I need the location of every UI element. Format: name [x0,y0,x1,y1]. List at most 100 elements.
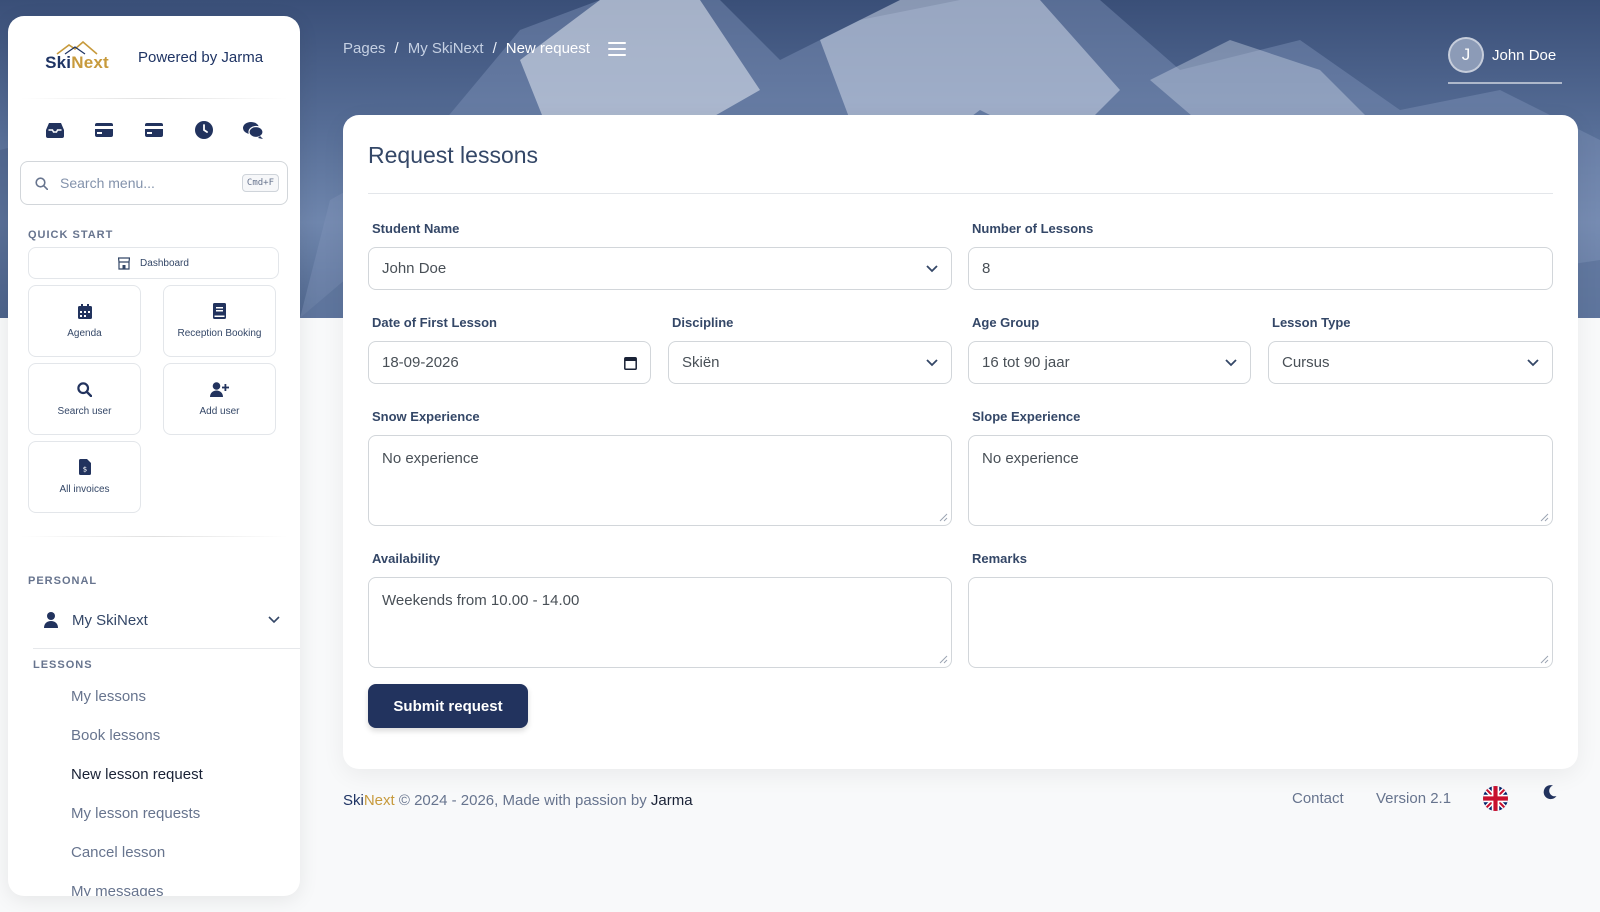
age-group-label: Age Group [972,315,1040,330]
number-of-lessons-label: Number of Lessons [972,221,1094,236]
credit-card-icon[interactable] [143,119,165,141]
sidebar-item-new-lesson-request[interactable]: New lesson request [8,755,300,794]
chevron-down-icon [926,358,938,366]
sidebar-item-label: My SkiNext [72,611,148,629]
sidebar: SkiNext Powered by Jarma Cmd+F QUICK STA… [8,16,300,896]
clock-icon[interactable] [193,119,215,141]
date-first-lesson-value: 18-09-2026 [382,354,459,371]
footer-copyright: SkiNext © 2024 - 2026, Made with passion… [343,792,693,809]
remarks-textarea[interactable] [968,577,1553,668]
calendar-icon[interactable] [624,356,637,370]
breadcrumb: Pages / My SkiNext / New request [343,40,626,57]
date-first-lesson-label: Date of First Lesson [372,315,497,330]
lesson-type-value: Cursus [1282,354,1330,371]
moon-icon[interactable] [1542,784,1558,800]
discipline-select[interactable]: Skiën [668,341,952,384]
sidebar-item-book-lessons[interactable]: Book lessons [8,716,300,755]
user-menu[interactable]: J John Doe [1448,37,1556,73]
quick-start-search-user[interactable]: Search user [28,363,141,435]
footer-brand-next: Next [363,792,395,809]
lesson-type-label: Lesson Type [1272,315,1351,330]
date-first-lesson-input[interactable]: 18-09-2026 [368,341,651,384]
breadcrumb-separator: / [394,40,399,57]
breadcrumb-current: New request [505,40,590,57]
sidebar-item-cancel-lesson[interactable]: Cancel lesson [8,833,300,872]
hamburger-menu-icon[interactable] [607,41,626,56]
logo-next-text: Next [71,53,109,72]
quick-start-card-label: Add user [199,405,240,417]
quick-start-card-label: Search user [57,405,112,417]
sidebar-item-my-skinext[interactable]: My SkiNext [20,599,300,641]
version-text: Version 2.1 [1376,790,1452,807]
snow-experience-value: No experience [382,450,479,467]
quick-start-card-label: All invoices [59,484,110,495]
menu-search-box[interactable]: Cmd+F [20,161,288,205]
footer-brand-ski: Ski [343,792,364,809]
chevron-down-icon [926,264,938,272]
powered-by-text: Powered by Jarma [138,48,264,66]
quick-start-heading: QUICK START [28,229,114,241]
quick-start-grid: Agenda Reception Booking Search user Add… [28,285,300,513]
search-icon [35,176,48,190]
breadcrumb-separator: / [492,40,497,57]
age-group-value: 16 tot 90 jaar [982,354,1070,371]
quick-start-add-user[interactable]: Add user [163,363,276,435]
user-menu-underline [1448,82,1562,84]
divider [368,193,1553,194]
quick-start-reception-booking[interactable]: Reception Booking [163,285,276,357]
sidebar-item-my-lessons[interactable]: My lessons [8,677,300,716]
personal-heading: PERSONAL [28,575,98,587]
chevron-down-icon [1225,358,1237,366]
dashboard-button[interactable]: Dashboard [28,247,279,279]
resize-handle-icon[interactable] [1540,513,1549,522]
inbox-icon[interactable] [44,119,66,141]
calendar-icon [77,303,92,319]
student-name-select[interactable]: John Doe [368,247,952,290]
lessons-heading: LESSONS [33,659,93,671]
chat-icon[interactable] [242,119,264,141]
student-name-value: John Doe [382,260,447,277]
snow-experience-label: Snow Experience [372,409,480,424]
number-of-lessons-input[interactable]: 8 [968,247,1553,290]
quick-start-agenda[interactable]: Agenda [28,285,141,357]
submit-request-button[interactable]: Submit request [368,684,528,728]
footer-company-link[interactable]: Jarma [651,792,693,809]
breadcrumb-my-skinext[interactable]: My SkiNext [408,40,484,57]
menu-search-input[interactable] [60,175,242,191]
sidebar-item-my-lesson-requests[interactable]: My lesson requests [8,794,300,833]
sidebar-shortcut-icons [8,99,300,161]
credit-card-icon[interactable] [93,119,115,141]
skinext-logo[interactable]: SkiNext [44,41,110,73]
contact-link[interactable]: Contact [1292,790,1344,807]
sidebar-item-my-messages[interactable]: My messages [8,872,300,896]
divider [33,648,300,649]
age-group-select[interactable]: 16 tot 90 jaar [968,341,1251,384]
page-title: Request lessons [368,142,539,168]
user-icon [44,612,58,628]
store-icon [118,256,131,270]
resize-handle-icon[interactable] [939,513,948,522]
user-name: John Doe [1492,46,1557,64]
divider [20,536,288,537]
uk-flag-icon[interactable] [1483,786,1508,811]
student-name-label: Student Name [372,221,460,236]
breadcrumb-pages[interactable]: Pages [343,40,386,57]
lessons-menu: My lessons Book lessons New lesson reque… [8,677,300,896]
slope-experience-value: No experience [982,450,1079,467]
chevron-down-icon [268,616,280,624]
user-plus-icon [210,381,229,397]
availability-label: Availability [372,551,441,566]
lesson-type-select[interactable]: Cursus [1268,341,1553,384]
book-icon [213,303,226,319]
resize-handle-icon[interactable] [939,655,948,664]
snow-experience-textarea[interactable]: No experience [368,435,952,526]
slope-experience-textarea[interactable]: No experience [968,435,1553,526]
remarks-label: Remarks [972,551,1027,566]
quick-start-all-invoices[interactable]: $ All invoices [28,441,141,513]
quick-start-card-label: Reception Booking [177,328,262,339]
number-of-lessons-value: 8 [982,260,991,277]
dashboard-label: Dashboard [140,257,189,269]
logo-ski-text: Ski [45,53,72,72]
availability-textarea[interactable]: Weekends from 10.00 - 14.00 [368,577,952,668]
resize-handle-icon[interactable] [1540,655,1549,664]
